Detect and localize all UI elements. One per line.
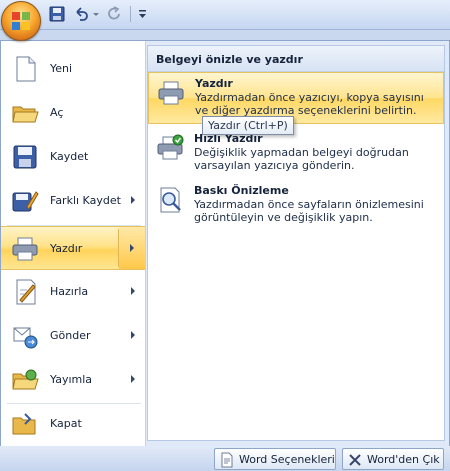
- option-description: Yazdırmadan önce yazıcıyı, kopya sayısın…: [195, 91, 424, 117]
- printer-icon: [12, 237, 38, 261]
- open-folder-icon: [12, 106, 39, 123]
- close-x-icon: [349, 454, 361, 466]
- save-icon[interactable]: [48, 5, 66, 23]
- print-tooltip: Yazdır (Ctrl+P): [202, 116, 294, 135]
- option-description: Değişiklik yapmadan belgeyi doğrudan var…: [194, 146, 409, 172]
- submenu-arrow-icon: [131, 375, 135, 383]
- print-dialog-icon: [158, 81, 184, 105]
- menu-item-publish[interactable]: Yayımla: [1, 358, 145, 402]
- menu-item-label: Yazdır: [50, 242, 83, 255]
- option-title: Yazdır: [195, 77, 233, 90]
- office-logo-icon: [12, 12, 30, 30]
- customize-dropdown-icon[interactable]: [138, 8, 147, 23]
- new-document-icon: [16, 56, 36, 82]
- quick-access-separator: [130, 6, 131, 22]
- submenu-arrow-icon: [131, 196, 135, 204]
- submenu-header: Belgeyi önizle ve yazdır: [148, 46, 444, 72]
- print-preview-icon: [160, 187, 181, 213]
- submenu-arrow-icon: [131, 287, 135, 295]
- office-menu-commands: Yeni Aç Kaydet Farklı Kaydet Yazdır Hazı…: [1, 41, 146, 447]
- menu-item-close[interactable]: Kapat: [1, 402, 145, 446]
- menu-item-new[interactable]: Yeni: [1, 47, 145, 91]
- split-divider: [118, 229, 119, 267]
- option-title: Baskı Önizleme: [194, 184, 289, 197]
- menu-item-label: Hazırla: [50, 285, 89, 298]
- menu-item-save[interactable]: Kaydet: [1, 135, 145, 179]
- menu-item-label: Kaydet: [50, 150, 89, 163]
- menu-item-label: Farklı Kaydet: [50, 194, 121, 207]
- submenu-option-print-preview[interactable]: Baskı Önizleme Yazdırmadan önce sayfalar…: [148, 180, 444, 232]
- menu-item-send[interactable]: Gönder: [1, 314, 145, 358]
- menu-item-print[interactable]: Yazdır: [1, 226, 145, 270]
- print-submenu: Belgeyi önizle ve yazdır Yazdır Yazdırma…: [147, 45, 445, 441]
- quick-print-icon: [157, 134, 184, 160]
- submenu-arrow-icon: [130, 244, 134, 252]
- close-folder-icon: [12, 413, 36, 435]
- prepare-icon: [16, 279, 36, 305]
- menu-item-label: Yeni: [50, 62, 73, 75]
- submenu-option-print[interactable]: Yazdır Yazdırmadan önce yazıcıyı, kopya …: [148, 72, 444, 124]
- menu-item-label: Gönder: [50, 329, 91, 342]
- submenu-title: Belgeyi önizle ve yazdır: [156, 53, 303, 66]
- undo-dropdown-icon[interactable]: [92, 5, 100, 23]
- menu-item-open[interactable]: Aç: [1, 91, 145, 135]
- redo-icon[interactable]: [104, 5, 122, 23]
- exit-word-label: Word'den Çık: [367, 453, 440, 466]
- office-button[interactable]: [1, 1, 41, 41]
- submenu-option-quick-print[interactable]: Hızlı Yazdır Değişiklik yapmadan belgeyi…: [148, 128, 444, 180]
- undo-icon[interactable]: [72, 5, 90, 23]
- exit-word-button[interactable]: Word'den Çık: [342, 448, 444, 470]
- menu-item-label: Yayımla: [50, 373, 93, 386]
- word-options-button[interactable]: Word Seçenekleri: [214, 448, 336, 470]
- publish-icon: [12, 369, 39, 390]
- document-options-icon: [221, 452, 233, 468]
- save-as-icon: [12, 191, 39, 212]
- menu-item-label: Kapat: [50, 417, 82, 430]
- menu-item-label: Aç: [50, 106, 64, 119]
- menu-item-prepare[interactable]: Hazırla: [1, 270, 145, 314]
- option-description: Yazdırmadan önce sayfaların önizlemesini…: [194, 198, 424, 224]
- menu-item-save-as[interactable]: Farklı Kaydet: [1, 179, 145, 223]
- word-options-label: Word Seçenekleri: [239, 453, 335, 466]
- office-menu: Yeni Aç Kaydet Farklı Kaydet Yazdır Hazı…: [0, 40, 450, 448]
- send-icon: [13, 327, 38, 349]
- title-bar: [0, 0, 450, 30]
- submenu-arrow-icon: [131, 331, 135, 339]
- save-disk-icon: [13, 145, 37, 169]
- menu-footer: Word Seçenekleri Word'den Çık: [0, 446, 450, 471]
